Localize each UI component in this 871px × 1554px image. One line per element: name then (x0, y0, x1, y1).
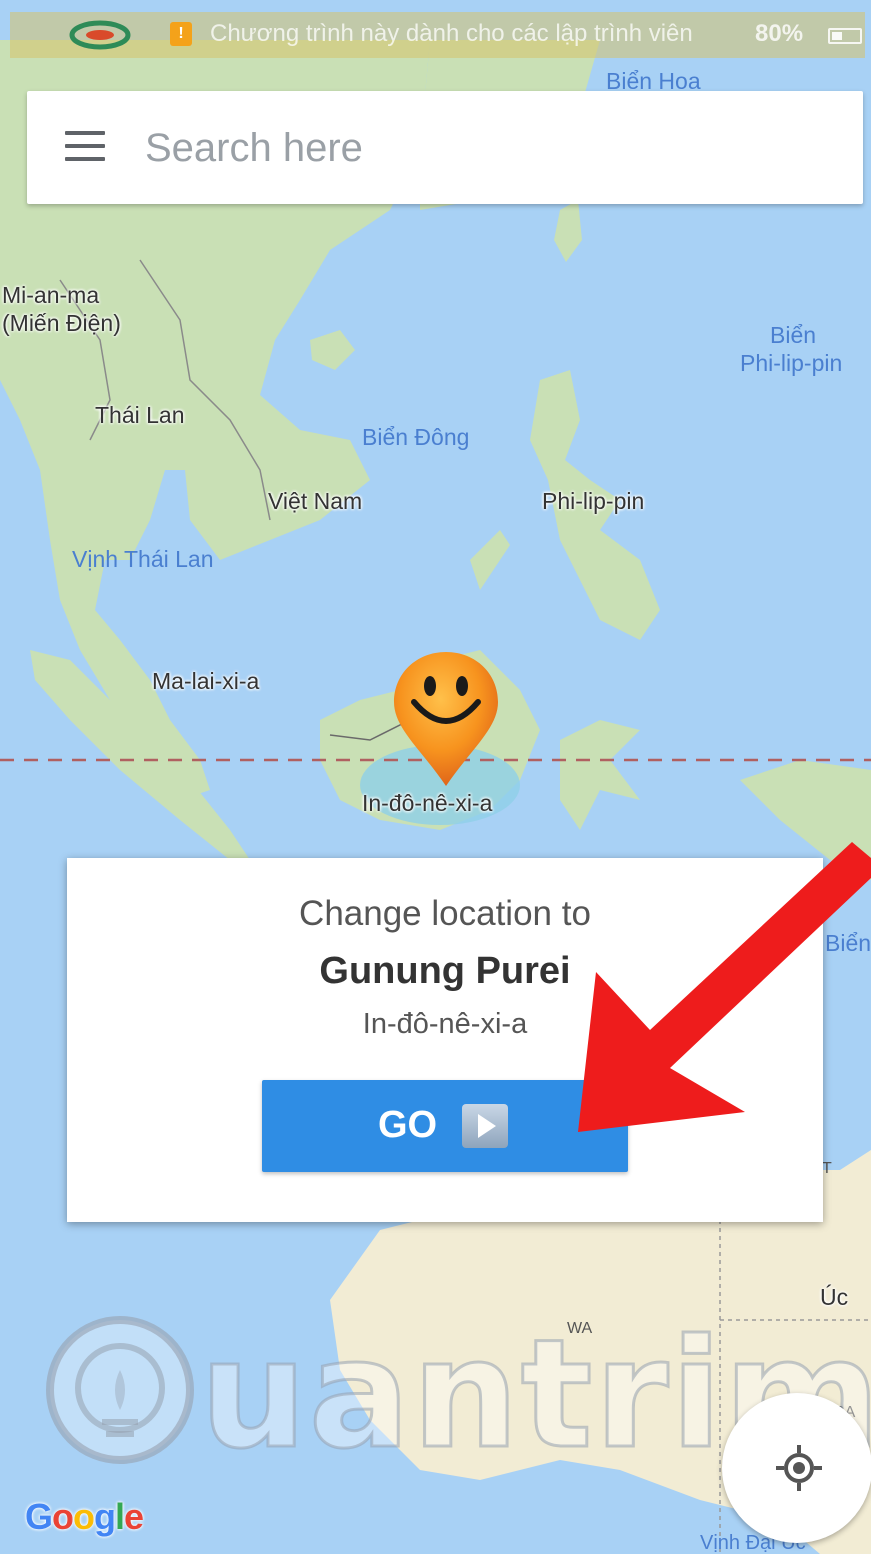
map-screen: ! Chương trình này dành cho các lập trìn… (0, 0, 871, 1554)
status-bar: ! Chương trình này dành cho các lập trìn… (10, 12, 865, 58)
dialog-place-name: Gunung Purei (319, 950, 571, 992)
map-label-indonesia: In-đô-nê-xi-a (362, 790, 493, 816)
smiley-location-marker-icon[interactable] (390, 648, 502, 790)
go-button-label: GO (378, 1104, 438, 1146)
search-input[interactable] (145, 119, 835, 177)
map-label-uc: Úc (820, 1284, 849, 1310)
status-notification-text: Chương trình này dành cho các lập trình … (210, 20, 693, 47)
map-label-nt: T (822, 1160, 832, 1177)
go-button[interactable]: GO (262, 1080, 628, 1172)
play-icon (462, 1104, 508, 1148)
map-label-bien-philippines-1: Biển (770, 322, 817, 348)
notification-badge-icon: ! (170, 22, 192, 46)
map-label-malaysia: Ma-lai-xi-a (152, 668, 260, 694)
battery-icon (828, 28, 862, 44)
map-label-bien-a: Biển A (825, 930, 871, 956)
map-label-mianma-sub: (Miến Điện) (2, 310, 121, 336)
gps-target-icon (776, 1445, 822, 1491)
map-label-bien-dong: Biển Đông (362, 424, 470, 450)
dialog-country: In-đô-nê-xi-a (362, 1008, 528, 1040)
google-logo: Google (25, 1496, 144, 1537)
battery-percent: 80% (755, 20, 804, 47)
map-label-mianma: Mi-an-ma (2, 282, 100, 308)
map-label-bien-philippines-2: Phi-lip-pin (740, 350, 843, 376)
hamburger-menu-icon[interactable] (65, 131, 109, 163)
map-label-thai-lan: Thái Lan (95, 402, 185, 428)
map-label-viet-nam: Việt Nam (268, 488, 363, 514)
map-label-philippines: Phi-lip-pin (542, 488, 645, 514)
change-location-dialog: Change location to Gunung Purei In-đô-nê… (67, 858, 823, 1222)
map-label-vinh-thai-lan: Vịnh Thái Lan (72, 546, 214, 572)
search-bar (27, 91, 863, 204)
dialog-prompt: Change location to (299, 894, 591, 933)
my-location-button[interactable] (722, 1393, 871, 1543)
carrier-logo-icon (69, 20, 131, 50)
map-label-wa: WA (567, 1320, 593, 1337)
